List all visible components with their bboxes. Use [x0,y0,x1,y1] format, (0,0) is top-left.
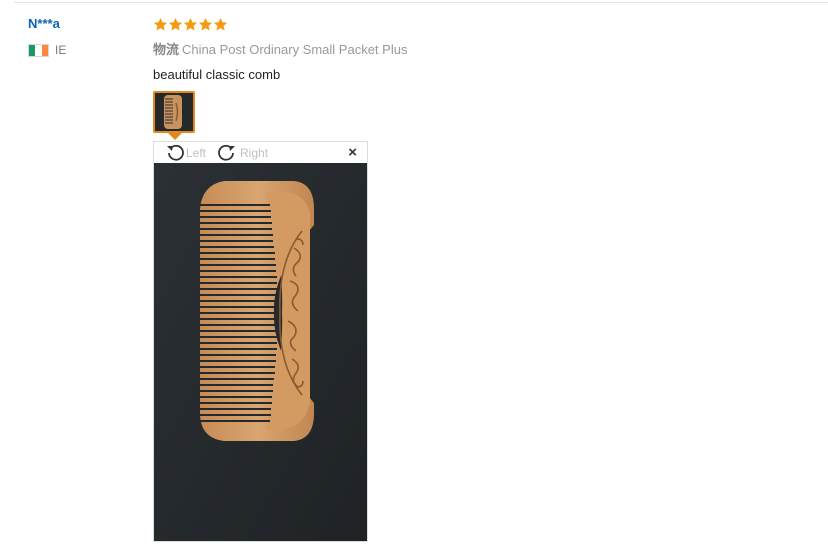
shipping-label: 物流 [153,42,180,57]
wooden-comb-photo [154,163,367,541]
ireland-flag-icon [28,43,49,57]
rotate-left-button[interactable]: Left [164,143,206,163]
reviewer-country: IE [28,43,66,57]
close-viewer-button[interactable]: × [348,145,357,160]
star-icon [213,17,228,30]
country-code: IE [55,43,67,57]
review-item: N***a IE 物流 China Post Ordinary Small Pac… [0,0,828,548]
rotate-left-icon [167,144,184,161]
image-viewer: Left Right × [153,141,368,542]
thumbnail-pointer [168,133,182,140]
divider [14,2,828,3]
rotate-right-label: Right [240,145,269,160]
review-photo [154,163,367,541]
star-icon [168,17,183,30]
star-rating [153,14,407,34]
rotate-left-label: Left [186,145,207,160]
review-photo-thumbnail[interactable] [153,91,195,133]
shipping-method: China Post Ordinary Small Packet Plus [182,42,408,57]
rotate-right-button[interactable]: Right [216,143,268,163]
image-viewer-toolbar: Left Right × [154,142,367,163]
star-icon [153,17,168,30]
shipping-info: 物流 China Post Ordinary Small Packet Plus [153,39,407,58]
reviewer-name: N***a [28,16,60,31]
review-body: 物流 China Post Ordinary Small Packet Plus … [153,14,407,82]
star-icon [198,17,213,30]
review-text: beautiful classic comb [153,67,281,82]
star-icon [183,17,198,30]
rotate-right-icon [218,144,236,161]
comb-thumbnail-image [155,93,193,131]
